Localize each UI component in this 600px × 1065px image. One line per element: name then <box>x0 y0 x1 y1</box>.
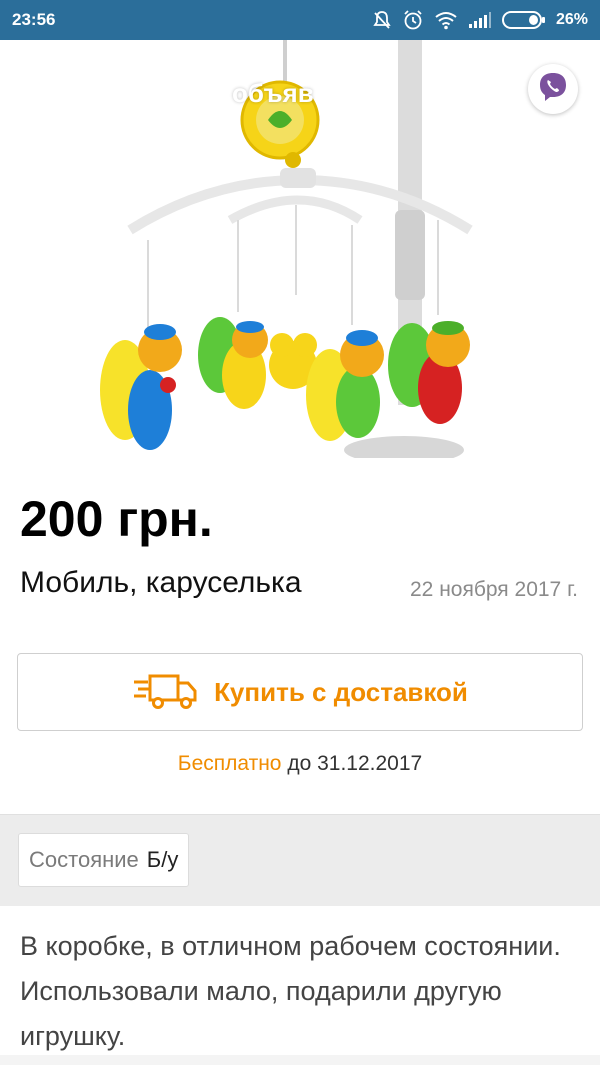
ad-price: 200 грн. <box>20 491 213 547</box>
status-icons: 26% <box>372 9 588 31</box>
bottom-divider <box>0 1055 600 1065</box>
delivery-note: Бесплатно до 31.12.2017 <box>0 752 600 776</box>
condition-value: Б/у <box>146 847 179 872</box>
condition-param: Состояние Б/у <box>18 833 190 887</box>
mute-icon <box>372 10 392 30</box>
viber-icon <box>536 70 570 109</box>
free-delivery-until: до 31.12.2017 <box>287 752 423 775</box>
overlay-title: объяв <box>232 78 314 108</box>
viber-share-button[interactable] <box>528 64 578 114</box>
wifi-icon <box>434 10 458 30</box>
ad-date: 22 ноября 2017 г. <box>410 578 578 601</box>
status-bar: 23:56 26% <box>0 0 600 40</box>
battery-icon <box>501 10 546 30</box>
ad-description: В коробке, в отличном рабочем состоянии.… <box>20 931 561 1051</box>
alarm-icon <box>402 9 424 31</box>
product-image[interactable]: объяв <box>0 40 600 458</box>
battery-percent: 26% <box>555 11 588 28</box>
ad-title: Мобиль, каруселька <box>20 566 302 599</box>
buy-with-delivery-label: Купить с доставкой <box>214 676 468 707</box>
status-time: 23:56 <box>12 10 56 29</box>
condition-label: Состояние <box>29 847 139 872</box>
free-delivery-label: Бесплатно <box>177 752 282 775</box>
delivery-truck-icon <box>132 670 198 715</box>
buy-with-delivery-button[interactable]: Купить с доставкой <box>17 653 583 731</box>
ad-params-section: Состояние Б/у <box>0 814 600 906</box>
signal-icon <box>468 11 492 29</box>
